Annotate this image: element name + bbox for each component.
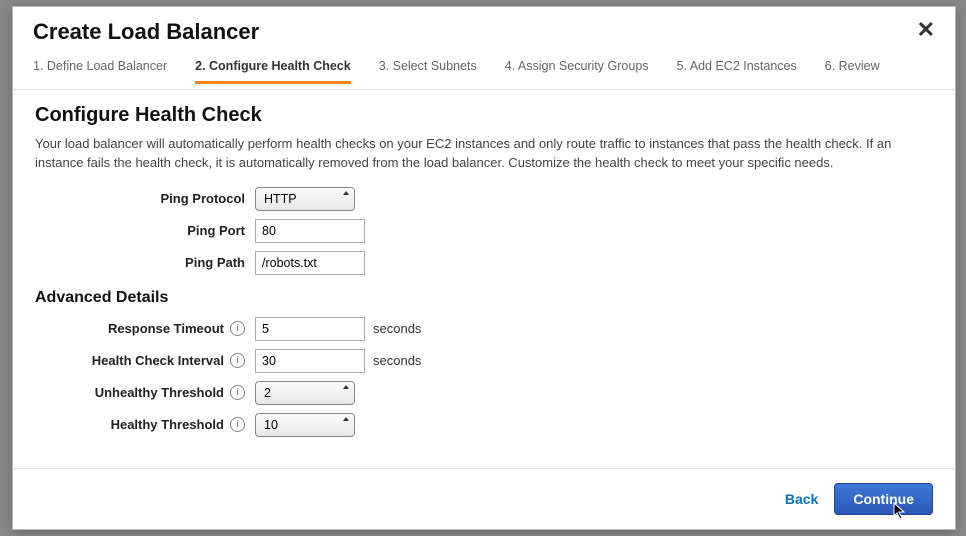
label-ping-path: Ping Path [35, 255, 255, 270]
select-wrap: 2 [255, 381, 355, 405]
label-text: Unhealthy Threshold [95, 385, 224, 400]
info-icon[interactable]: i [230, 417, 245, 432]
health-check-interval-input[interactable] [255, 349, 365, 373]
section-title: Configure Health Check [35, 104, 933, 127]
row-response-timeout: Response Timeout i seconds [35, 317, 933, 341]
step-define-load-balancer[interactable]: 1. Define Load Balancer [33, 53, 167, 83]
section-description: Your load balancer will automatically pe… [35, 135, 933, 173]
label-health-check-interval: Health Check Interval i [35, 353, 255, 368]
modal-content: Configure Health Check Your load balance… [13, 90, 955, 468]
label-healthy-threshold: Healthy Threshold i [35, 417, 255, 432]
wizard-steps: 1. Define Load Balancer 2. Configure Hea… [13, 53, 955, 90]
step-select-subnets[interactable]: 3. Select Subnets [379, 53, 477, 83]
create-load-balancer-modal: Create Load Balancer ✕ 1. Define Load Ba… [12, 6, 956, 530]
select-wrap: HTTP [255, 187, 355, 211]
unit-seconds: seconds [373, 353, 421, 368]
unit-seconds: seconds [373, 321, 421, 336]
continue-button[interactable]: Continue [834, 483, 933, 515]
step-assign-security-groups[interactable]: 4. Assign Security Groups [505, 53, 649, 83]
step-configure-health-check[interactable]: 2. Configure Health Check [195, 53, 351, 84]
label-text: Response Timeout [108, 321, 224, 336]
ping-port-input[interactable] [255, 219, 365, 243]
label-response-timeout: Response Timeout i [35, 321, 255, 336]
modal-title: Create Load Balancer [33, 19, 259, 45]
label-ping-protocol: Ping Protocol [35, 191, 255, 206]
back-button[interactable]: Back [785, 491, 818, 507]
row-ping-path: Ping Path [35, 251, 933, 275]
modal-footer: Back Continue [13, 468, 955, 529]
step-add-ec2-instances[interactable]: 5. Add EC2 Instances [677, 53, 797, 83]
info-icon[interactable]: i [230, 385, 245, 400]
row-healthy-threshold: Healthy Threshold i 10 [35, 413, 933, 437]
row-ping-port: Ping Port [35, 219, 933, 243]
row-ping-protocol: Ping Protocol HTTP [35, 187, 933, 211]
advanced-details-title: Advanced Details [35, 289, 933, 307]
label-unhealthy-threshold: Unhealthy Threshold i [35, 385, 255, 400]
unhealthy-threshold-select[interactable]: 2 [255, 381, 355, 405]
row-health-check-interval: Health Check Interval i seconds [35, 349, 933, 373]
label-ping-port: Ping Port [35, 223, 255, 238]
healthy-threshold-select[interactable]: 10 [255, 413, 355, 437]
select-wrap: 10 [255, 413, 355, 437]
info-icon[interactable]: i [230, 321, 245, 336]
ping-path-input[interactable] [255, 251, 365, 275]
response-timeout-input[interactable] [255, 317, 365, 341]
ping-protocol-select[interactable]: HTTP [255, 187, 355, 211]
label-text: Healthy Threshold [111, 417, 224, 432]
close-icon[interactable]: ✕ [917, 19, 935, 41]
row-unhealthy-threshold: Unhealthy Threshold i 2 [35, 381, 933, 405]
modal-header: Create Load Balancer ✕ [13, 7, 955, 53]
label-text: Health Check Interval [92, 353, 224, 368]
info-icon[interactable]: i [230, 353, 245, 368]
step-review[interactable]: 6. Review [825, 53, 880, 83]
